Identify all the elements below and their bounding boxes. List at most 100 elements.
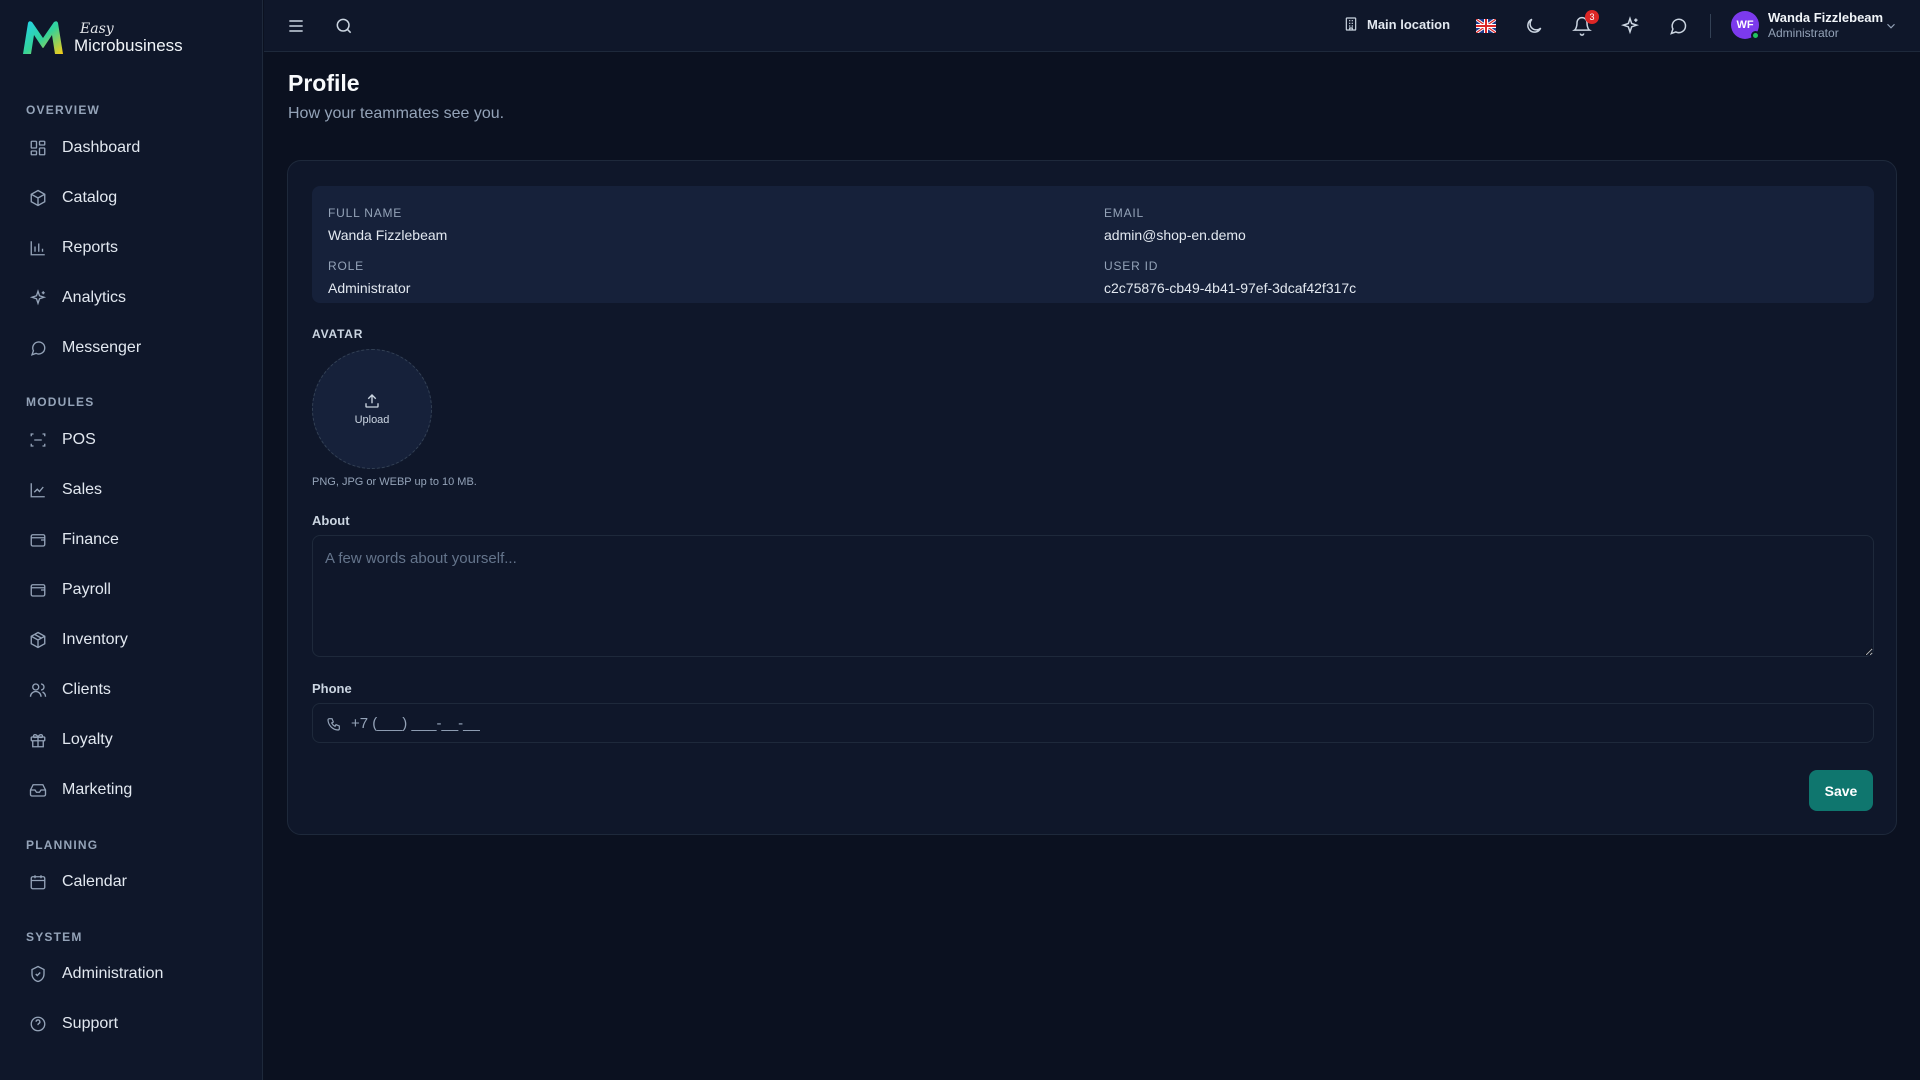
gift-icon xyxy=(28,730,48,750)
email-value: admin@shop-en.demo xyxy=(1104,227,1246,243)
about-label: About xyxy=(312,513,350,528)
sidebar: Easy Microbusiness OVERVIEW Dashboard Ca… xyxy=(0,0,263,1080)
dashboard-icon xyxy=(28,138,48,158)
sidebar-item-label: Dashboard xyxy=(62,139,141,156)
user-role: Administrator xyxy=(1768,25,1839,40)
sidebar-item-dashboard[interactable]: Dashboard xyxy=(16,128,248,168)
moon-icon[interactable] xyxy=(1522,14,1546,38)
catalog-icon xyxy=(28,188,48,208)
user-id-value: c2c75876-cb49-4b41-97ef-3dcaf42f317c xyxy=(1104,280,1357,296)
sidebar-item-analytics[interactable]: Analytics xyxy=(16,278,248,318)
users-icon xyxy=(28,680,48,700)
upload-icon xyxy=(365,394,379,408)
logo-m-icon xyxy=(23,21,63,54)
avatar-initials: WF xyxy=(1736,18,1754,31)
sidebar-item-label: Inventory xyxy=(62,631,128,648)
sidebar-item-sales[interactable]: Sales xyxy=(16,470,248,510)
menu-icon[interactable] xyxy=(284,14,308,38)
user-menu[interactable]: WF Wanda Fizzlebeam Administrator xyxy=(1731,10,1883,40)
scan-icon xyxy=(28,430,48,450)
sidebar-item-label: Finance xyxy=(62,531,119,548)
phone-input[interactable] xyxy=(351,704,1851,742)
profile-card: FULL NAME Wanda Fizzlebeam EMAIL admin@s… xyxy=(287,160,1897,835)
upload-label: Upload xyxy=(354,414,390,426)
user-id-label: USER ID xyxy=(1104,259,1159,273)
sidebar-item-label: Calendar xyxy=(62,873,127,890)
sidebar-item-reports[interactable]: Reports xyxy=(16,228,248,268)
email-label: EMAIL xyxy=(1104,206,1145,220)
sidebar-item-label: Analytics xyxy=(62,289,127,306)
sidebar-item-label: Reports xyxy=(62,239,119,256)
notification-badge: 3 xyxy=(1585,10,1599,24)
sidebar-item-finance[interactable]: Finance xyxy=(16,520,248,560)
avatar-upload-button[interactable]: Upload xyxy=(312,349,432,469)
chat-icon xyxy=(28,338,48,358)
building-icon xyxy=(1345,17,1357,31)
uk-flag-icon[interactable] xyxy=(1474,14,1498,38)
sidebar-item-calendar[interactable]: Calendar xyxy=(16,862,248,902)
phone-icon xyxy=(327,718,340,731)
logo-name-text: Microbusiness xyxy=(74,36,183,55)
section-label-overview: OVERVIEW xyxy=(26,103,101,117)
phone-field xyxy=(312,703,1874,743)
about-textarea[interactable] xyxy=(312,535,1874,657)
role-value: Administrator xyxy=(328,280,411,296)
sidebar-item-payroll[interactable]: Payroll xyxy=(16,570,248,610)
save-button[interactable]: Save xyxy=(1809,770,1873,811)
section-label-system: SYSTEM xyxy=(26,930,83,944)
sidebar-item-label: Marketing xyxy=(62,781,133,798)
sparkles-icon[interactable] xyxy=(1618,14,1642,38)
sidebar-item-pos[interactable]: POS xyxy=(16,420,248,460)
full-name-label: FULL NAME xyxy=(328,206,403,220)
location-label: Main location xyxy=(1367,16,1451,32)
help-icon xyxy=(28,1014,48,1034)
chat-icon[interactable] xyxy=(1666,14,1690,38)
section-label-modules: MODULES xyxy=(26,395,95,409)
wallet-icon xyxy=(28,580,48,600)
sidebar-item-label: Clients xyxy=(62,681,111,698)
calendar-icon xyxy=(28,872,48,892)
sidebar-item-label: Sales xyxy=(62,481,103,498)
trend-icon xyxy=(28,480,48,500)
location-selector[interactable]: Main location xyxy=(1343,16,1450,32)
sidebar-item-catalog[interactable]: Catalog xyxy=(16,178,248,218)
app-logo[interactable]: Easy Microbusiness xyxy=(20,18,183,58)
sidebar-item-label: Catalog xyxy=(62,189,118,206)
reports-icon xyxy=(28,238,48,258)
topbar: Main location 3 WF Wanda Fizzlebeam Admi… xyxy=(264,0,1920,52)
sidebar-item-administration[interactable]: Administration xyxy=(16,954,248,994)
section-label-planning: PLANNING xyxy=(26,838,99,852)
sidebar-item-marketing[interactable]: Marketing xyxy=(16,770,248,810)
profile-info-panel: FULL NAME Wanda Fizzlebeam EMAIL admin@s… xyxy=(312,186,1874,303)
sidebar-item-label: Administration xyxy=(62,965,164,982)
sidebar-item-label: Loyalty xyxy=(62,731,113,748)
sparkles-icon xyxy=(28,288,48,308)
sidebar-item-loyalty[interactable]: Loyalty xyxy=(16,720,248,760)
sidebar-item-messenger[interactable]: Messenger xyxy=(16,328,248,368)
phone-label: Phone xyxy=(312,681,352,696)
avatar-section-label: AVATAR xyxy=(312,327,364,341)
sidebar-item-label: Messenger xyxy=(62,339,142,356)
sidebar-item-support[interactable]: Support xyxy=(16,1004,248,1044)
online-status-dot xyxy=(1751,30,1760,40)
sidebar-item-clients[interactable]: Clients xyxy=(16,670,248,710)
page-title: Profile xyxy=(288,70,360,96)
topbar-divider xyxy=(1710,14,1711,38)
search-icon[interactable] xyxy=(332,14,356,38)
box-icon xyxy=(28,630,48,650)
page-subtitle: How your teammates see you. xyxy=(288,105,505,122)
sidebar-item-inventory[interactable]: Inventory xyxy=(16,620,248,660)
sidebar-item-label: POS xyxy=(62,431,96,448)
role-label: ROLE xyxy=(328,259,364,273)
logo-easy-text: Easy xyxy=(80,21,114,37)
avatar: WF xyxy=(1731,10,1760,40)
user-name: Wanda Fizzlebeam xyxy=(1768,10,1884,25)
sidebar-item-label: Support xyxy=(62,1015,119,1032)
chevron-down-icon[interactable] xyxy=(1884,19,1898,33)
inbox-icon xyxy=(28,780,48,800)
shield-icon xyxy=(28,964,48,984)
avatar-hint: PNG, JPG or WEBP up to 10 MB. xyxy=(312,476,477,488)
wallet-icon xyxy=(28,530,48,550)
full-name-value: Wanda Fizzlebeam xyxy=(328,227,448,243)
bell-icon[interactable]: 3 xyxy=(1570,10,1599,38)
